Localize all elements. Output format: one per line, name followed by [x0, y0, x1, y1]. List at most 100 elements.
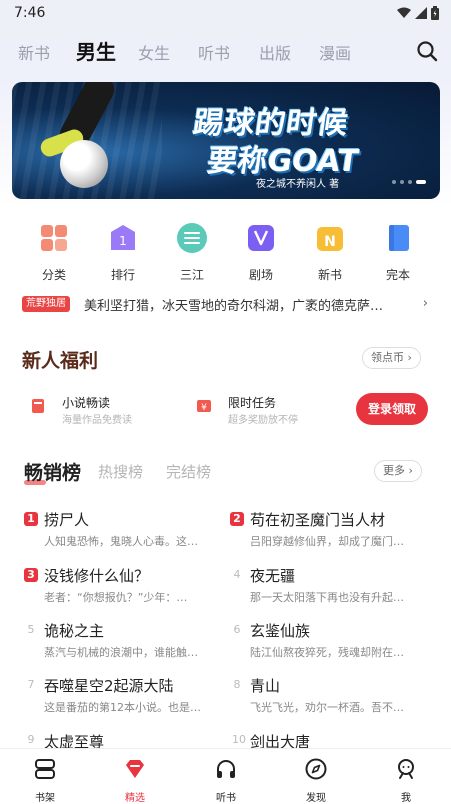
book-desc: 老者：“你想报仇？”少年：… — [44, 591, 188, 604]
welfare-item-subtitle: 超多奖励放不停 — [228, 415, 298, 426]
book-title: 苟在初圣魔门当人材 — [250, 511, 386, 529]
category-label: 三江 — [179, 268, 204, 282]
book-item[interactable]: 7 吞噬星空2起源大陆 这是番茄的第12本小说。也是… — [24, 677, 224, 727]
status-bar: 7:46 — [0, 0, 451, 28]
pager-dot — [392, 180, 396, 184]
tab-publish[interactable]: 出版 — [259, 40, 291, 64]
book-item[interactable]: 6 玄鉴仙族 陆江仙熬夜猝死，残魂却附在… — [230, 622, 430, 672]
profile-icon — [398, 759, 414, 779]
category-grid: 分类 1 排行 三江 剧场 N 新书 完本 — [0, 222, 451, 284]
book-item[interactable]: 9 太虚至尊 — [24, 732, 224, 748]
tab-audiobook[interactable]: 听书 — [198, 40, 230, 64]
welfare-item-title: 限时任务 — [228, 396, 277, 410]
rank-number: 7 — [27, 678, 35, 691]
pager-dot — [400, 180, 404, 184]
rank-number: 8 — [233, 678, 241, 691]
book-desc: 飞光飞光，劝尔一杯酒。吾不… — [250, 701, 404, 714]
book-title: 青山 — [250, 677, 281, 695]
book-title: 吞噬星空2起源大陆 — [44, 677, 174, 695]
ranking-more-button[interactable]: 更多 › — [374, 460, 422, 482]
soccer-ball-icon — [60, 140, 108, 188]
battery-icon — [431, 6, 439, 20]
welfare-coins-button[interactable]: 领点币 › — [362, 347, 421, 369]
bookshelf-icon — [35, 759, 55, 779]
compass-icon — [305, 758, 327, 780]
category-label: 剧场 — [248, 268, 273, 282]
book-title: 太虚至尊 — [44, 733, 105, 748]
svg-text:1: 1 — [119, 234, 127, 248]
rank-number: 10 — [232, 733, 246, 746]
category-new-books[interactable]: N 新书 — [300, 222, 360, 283]
category-label: 新书 — [317, 268, 342, 282]
promo-notice[interactable]: 荒野独居 美利坚打猎，冰天雪地的奇尔科湖，广袤的德克萨… › — [22, 292, 432, 316]
rank-number: 5 — [27, 623, 35, 636]
book-item[interactable]: 5 诡秘之主 蒸汽与机械的浪潮中，谁能触… — [24, 622, 224, 672]
book-title: 诡秘之主 — [44, 622, 105, 640]
headphones-icon — [217, 760, 235, 778]
banner-pager — [392, 180, 426, 184]
book-title: 剑出大唐 — [250, 733, 311, 748]
tab-female[interactable]: 女生 — [138, 40, 170, 64]
rank-number: 3 — [24, 568, 38, 582]
banner-author: 夜之城不养闲人 著 — [256, 179, 340, 190]
tab-completed[interactable]: 完结榜 — [166, 461, 211, 482]
category-sanjiang[interactable]: 三江 — [162, 222, 222, 283]
nav-bookshelf[interactable]: 书架 — [15, 757, 75, 804]
category-finished[interactable]: 完本 — [368, 222, 428, 283]
book-item[interactable]: 8 青山 飞光飞光，劝尔一杯酒。吾不… — [230, 677, 430, 727]
tab-bestseller[interactable]: 畅销榜 — [24, 458, 81, 485]
nav-featured[interactable]: 精选 — [105, 757, 165, 804]
nav-label: 发现 — [306, 793, 326, 804]
featured-icon — [126, 760, 144, 778]
welfare-title: 新人福利 — [22, 350, 99, 372]
category-classify[interactable]: 分类 — [24, 222, 84, 283]
welfare-item-subtitle: 海量作品免费读 — [62, 415, 132, 426]
nav-discover[interactable]: 发现 — [286, 757, 346, 804]
search-icon[interactable] — [415, 39, 439, 63]
book-icon — [32, 399, 44, 413]
category-theater[interactable]: 剧场 — [231, 222, 291, 283]
tab-male[interactable]: 男生 — [74, 36, 116, 65]
rank-number: 9 — [27, 733, 35, 746]
tab-comics[interactable]: 漫画 — [319, 40, 351, 64]
rank-number: 2 — [230, 512, 244, 526]
book-desc: 人知鬼恐怖，鬼晓人心毒。这… — [44, 535, 198, 548]
new-book-icon: N — [317, 227, 343, 251]
category-label: 分类 — [41, 268, 66, 282]
welfare-limited-task[interactable]: ¥ 限时任务 超多奖励放不停 — [196, 394, 346, 426]
category-label: 排行 — [110, 268, 135, 282]
pager-dot — [408, 180, 412, 184]
top-nav: 新书 男生 女生 听书 出版 漫画 — [0, 28, 451, 74]
welfare-free-reading[interactable]: 小说畅读 海量作品免费读 — [30, 394, 200, 426]
svg-text:N: N — [324, 234, 336, 250]
promo-banner[interactable]: 踢球的时候 要称GOAT 夜之城不养闲人 著 — [12, 82, 440, 199]
rank-icon: 1 — [111, 225, 135, 250]
wifi-icon — [397, 7, 411, 18]
book-item[interactable]: 4 夜无疆 那一天太阳落下再也没有升起… — [230, 567, 430, 617]
book-item[interactable]: 10 剑出大唐 — [230, 732, 430, 748]
tab-new-books[interactable]: 新书 — [18, 40, 50, 64]
book-item[interactable]: 2 苟在初圣魔门当人材 吕阳穿越修仙界，却成了魔门… — [230, 511, 430, 561]
book-title: 没钱修什么仙？ — [44, 567, 150, 585]
book-item[interactable]: 1 捞尸人 人知鬼恐怖，鬼晓人心毒。这… — [24, 511, 224, 561]
banner-title-line2: 要称GOAT — [205, 144, 361, 179]
notice-badge: 荒野独居 — [22, 296, 70, 312]
category-rank[interactable]: 1 排行 — [93, 222, 153, 283]
nav-label: 听书 — [216, 793, 236, 804]
sanjiang-icon — [177, 223, 207, 253]
nav-profile[interactable]: 我 — [376, 757, 436, 804]
rank-number: 6 — [233, 623, 241, 636]
tab-hot-search[interactable]: 热搜榜 — [98, 461, 143, 482]
book-desc: 陆江仙熬夜猝死，残魂却附在… — [250, 646, 404, 659]
svg-text:¥: ¥ — [201, 403, 207, 413]
coupon-icon: ¥ — [197, 400, 211, 413]
signal-icon — [415, 7, 427, 19]
nav-label: 书架 — [35, 793, 55, 804]
status-time: 7:46 — [14, 5, 46, 21]
book-title: 捞尸人 — [44, 511, 90, 529]
nav-audiobook[interactable]: 听书 — [196, 757, 256, 804]
banner-section: 踢球的时候 要称GOAT 夜之城不养闲人 著 — [0, 74, 451, 208]
welfare-item-title: 小说畅读 — [62, 396, 111, 410]
book-item[interactable]: 3 没钱修什么仙？ 老者：“你想报仇？”少年：… — [24, 567, 224, 617]
login-claim-button[interactable]: 登录领取 — [356, 393, 428, 425]
